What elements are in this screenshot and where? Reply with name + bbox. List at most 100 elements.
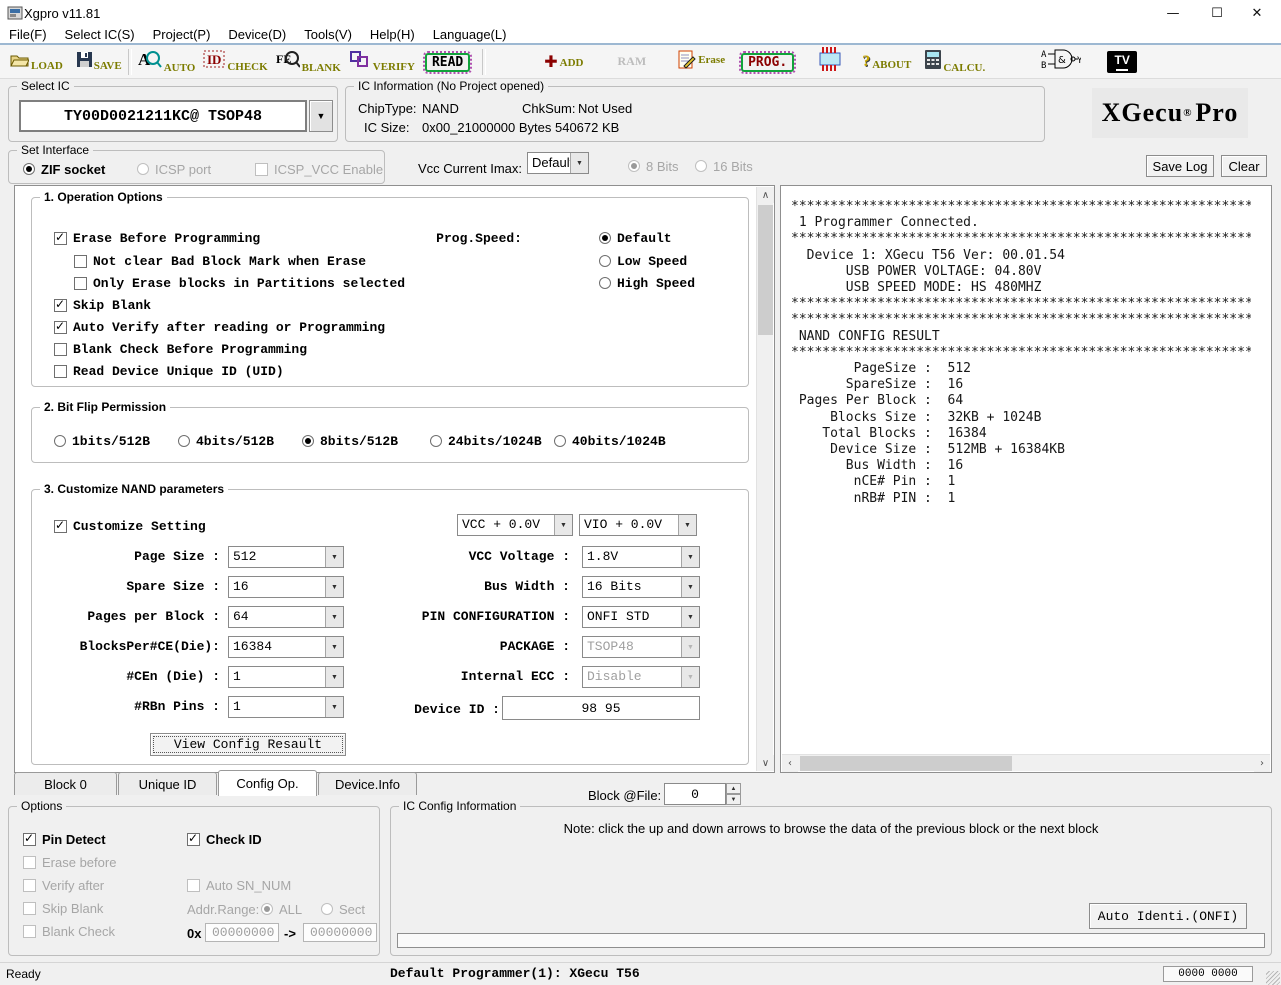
- menu-file[interactable]: File(F): [0, 27, 56, 42]
- radio-4bits-512b[interactable]: 4bits/512B: [178, 433, 274, 449]
- ic-select-dropdown-button[interactable]: ▼: [309, 100, 333, 132]
- dropdown-arrow-icon[interactable]: ▼: [325, 667, 343, 687]
- checkbox-skip-blank-bottom[interactable]: Skip Blank: [23, 900, 103, 916]
- scrollbar-thumb[interactable]: [800, 756, 1012, 771]
- prog-button[interactable]: PROG.: [741, 53, 794, 71]
- dropdown-arrow-icon[interactable]: ▼: [681, 577, 699, 597]
- dropdown-arrow-icon[interactable]: ▼: [678, 515, 696, 535]
- blocks-per-ce-select[interactable]: 16384▼: [228, 636, 344, 658]
- vcc-imax-select[interactable]: Default ▼: [527, 152, 589, 174]
- pages-per-block-select[interactable]: 64▼: [228, 606, 344, 628]
- log-horizontal-scrollbar[interactable]: ‹ ›: [782, 754, 1270, 771]
- dropdown-arrow-icon[interactable]: ▼: [325, 577, 343, 597]
- ic-select-combobox[interactable]: TY00D0021211KC@ TSOP48: [19, 100, 307, 132]
- tab-block-0[interactable]: Block 0: [14, 772, 117, 795]
- about-button[interactable]: ? ABOUT: [862, 53, 911, 71]
- checkbox-blank-check-bottom[interactable]: Blank Check: [23, 923, 115, 939]
- scrollbar-thumb[interactable]: [758, 205, 773, 335]
- scroll-right-arrow[interactable]: ›: [1254, 755, 1270, 772]
- close-button[interactable]: ✕: [1237, 0, 1277, 26]
- ram-button[interactable]: RAM: [618, 54, 647, 69]
- menu-project[interactable]: Project(P): [144, 27, 220, 42]
- pin-configuration-select[interactable]: ONFI STD▼: [582, 606, 700, 628]
- view-config-result-button[interactable]: View Config Resault: [150, 733, 346, 756]
- dropdown-arrow-icon[interactable]: ▼: [681, 547, 699, 567]
- checkbox-verify-after[interactable]: Verify after: [23, 877, 104, 893]
- addr-from-field[interactable]: 00000000: [205, 923, 279, 942]
- radio-speed-low[interactable]: Low Speed: [599, 253, 687, 269]
- checkbox-skip-blank[interactable]: Skip Blank: [54, 297, 151, 313]
- checkbox-auto-verify[interactable]: Auto Verify after reading or Programming: [54, 319, 385, 335]
- radio-16-bits[interactable]: 16 Bits: [695, 158, 753, 174]
- dropdown-arrow-icon[interactable]: ▼: [325, 607, 343, 627]
- radio-zif-socket[interactable]: ZIF socket: [23, 161, 105, 177]
- add-button[interactable]: ✚ ADD: [544, 55, 583, 69]
- radio-1bits-512b[interactable]: 1bits/512B: [54, 433, 150, 449]
- checkbox-pin-detect[interactable]: Pin Detect: [23, 831, 106, 847]
- radio-addr-sect[interactable]: Sect: [321, 901, 365, 917]
- save-button[interactable]: SAVE: [77, 52, 122, 72]
- logic-test-button[interactable]: AB&Y: [1041, 47, 1081, 76]
- maximize-button[interactable]: ☐: [1197, 0, 1237, 26]
- dropdown-arrow-icon[interactable]: ▼: [554, 515, 572, 535]
- block-spin-up-button[interactable]: ▲: [726, 783, 741, 794]
- checkbox-only-erase-partitions[interactable]: Only Erase blocks in Partitions selected: [74, 275, 405, 291]
- radio-addr-all[interactable]: ALL: [261, 901, 302, 917]
- bus-width-select[interactable]: 16 Bits▼: [582, 576, 700, 598]
- radio-speed-default[interactable]: Default: [599, 230, 672, 246]
- auto-identify-onfi-button[interactable]: Auto Identi.(ONFI): [1089, 903, 1247, 929]
- radio-speed-high[interactable]: High Speed: [599, 275, 695, 291]
- checkbox-erase-before-programming[interactable]: Erase Before Programming: [54, 230, 260, 246]
- calculator-button[interactable]: CALCU.: [925, 50, 985, 74]
- tab-device-info[interactable]: Device.Info: [318, 772, 417, 795]
- checkbox-erase-before[interactable]: Erase before: [23, 854, 116, 870]
- chip-test-button[interactable]: [816, 47, 844, 76]
- auto-button[interactable]: A AUTO: [138, 50, 196, 74]
- vio-offset-select[interactable]: VIO + 0.0V▼: [579, 514, 697, 536]
- block-spin-down-button[interactable]: ▼: [726, 794, 741, 805]
- tab-unique-id[interactable]: Unique ID: [118, 772, 217, 795]
- menu-select-ic[interactable]: Select IC(S): [56, 27, 144, 42]
- load-button[interactable]: LOAD: [10, 52, 63, 72]
- scroll-up-arrow[interactable]: ∧: [757, 187, 774, 203]
- scroll-left-arrow[interactable]: ‹: [782, 755, 798, 772]
- checkbox-not-clear-bad-block[interactable]: Not clear Bad Block Mark when Erase: [74, 253, 366, 269]
- tv-mode-button[interactable]: TV: [1107, 51, 1137, 73]
- dropdown-arrow-icon[interactable]: ▼: [570, 153, 588, 173]
- rbn-pins-select[interactable]: 1▼: [228, 696, 344, 718]
- menu-device[interactable]: Device(D): [219, 27, 295, 42]
- minimize-button[interactable]: —: [1153, 0, 1193, 26]
- cen-die-select[interactable]: 1▼: [228, 666, 344, 688]
- dropdown-arrow-icon[interactable]: ▼: [325, 637, 343, 657]
- menu-help[interactable]: Help(H): [361, 27, 424, 42]
- save-log-button[interactable]: Save Log: [1146, 155, 1214, 177]
- block-at-file-field[interactable]: 0: [664, 783, 726, 805]
- radio-40bits-1024b[interactable]: 40bits/1024B: [554, 433, 666, 449]
- device-id-field[interactable]: 98 95: [502, 696, 700, 720]
- checkbox-icsp-vcc-enable[interactable]: ICSP_VCC Enable: [255, 161, 383, 177]
- scroll-down-arrow[interactable]: ∨: [757, 755, 774, 771]
- checkbox-read-uid[interactable]: Read Device Unique ID (UID): [54, 363, 284, 379]
- tab-config-op[interactable]: Config Op.: [218, 770, 317, 796]
- radio-8bits-512b[interactable]: 8bits/512B: [302, 433, 398, 449]
- checkbox-blank-check-before[interactable]: Blank Check Before Programming: [54, 341, 307, 357]
- vcc-voltage-select[interactable]: 1.8V▼: [582, 546, 700, 568]
- read-button[interactable]: READ: [425, 53, 470, 71]
- checkbox-auto-sn-num[interactable]: Auto SN_NUM: [187, 877, 291, 893]
- erase-button[interactable]: Erase: [678, 49, 725, 74]
- checkbox-check-id[interactable]: Check ID: [187, 831, 262, 847]
- config-panel-scrollbar[interactable]: ∧ ∨: [756, 187, 773, 771]
- checkbox-customize-setting[interactable]: Customize Setting: [54, 518, 206, 534]
- check-id-button[interactable]: ID CHECK: [203, 50, 267, 73]
- dropdown-arrow-icon[interactable]: ▼: [681, 607, 699, 627]
- verify-button[interactable]: VERIFY: [349, 50, 415, 73]
- menu-tools[interactable]: Tools(V): [295, 27, 361, 42]
- menu-language[interactable]: Language(L): [424, 27, 516, 42]
- blank-check-button[interactable]: FE BLANK: [276, 50, 341, 74]
- vcc-offset-select[interactable]: VCC + 0.0V▼: [457, 514, 573, 536]
- page-size-select[interactable]: 512▼: [228, 546, 344, 568]
- radio-8-bits[interactable]: 8 Bits: [628, 158, 679, 174]
- addr-to-field[interactable]: 00000000: [303, 923, 377, 942]
- spare-size-select[interactable]: 16▼: [228, 576, 344, 598]
- radio-icsp-port[interactable]: ICSP port: [137, 161, 211, 177]
